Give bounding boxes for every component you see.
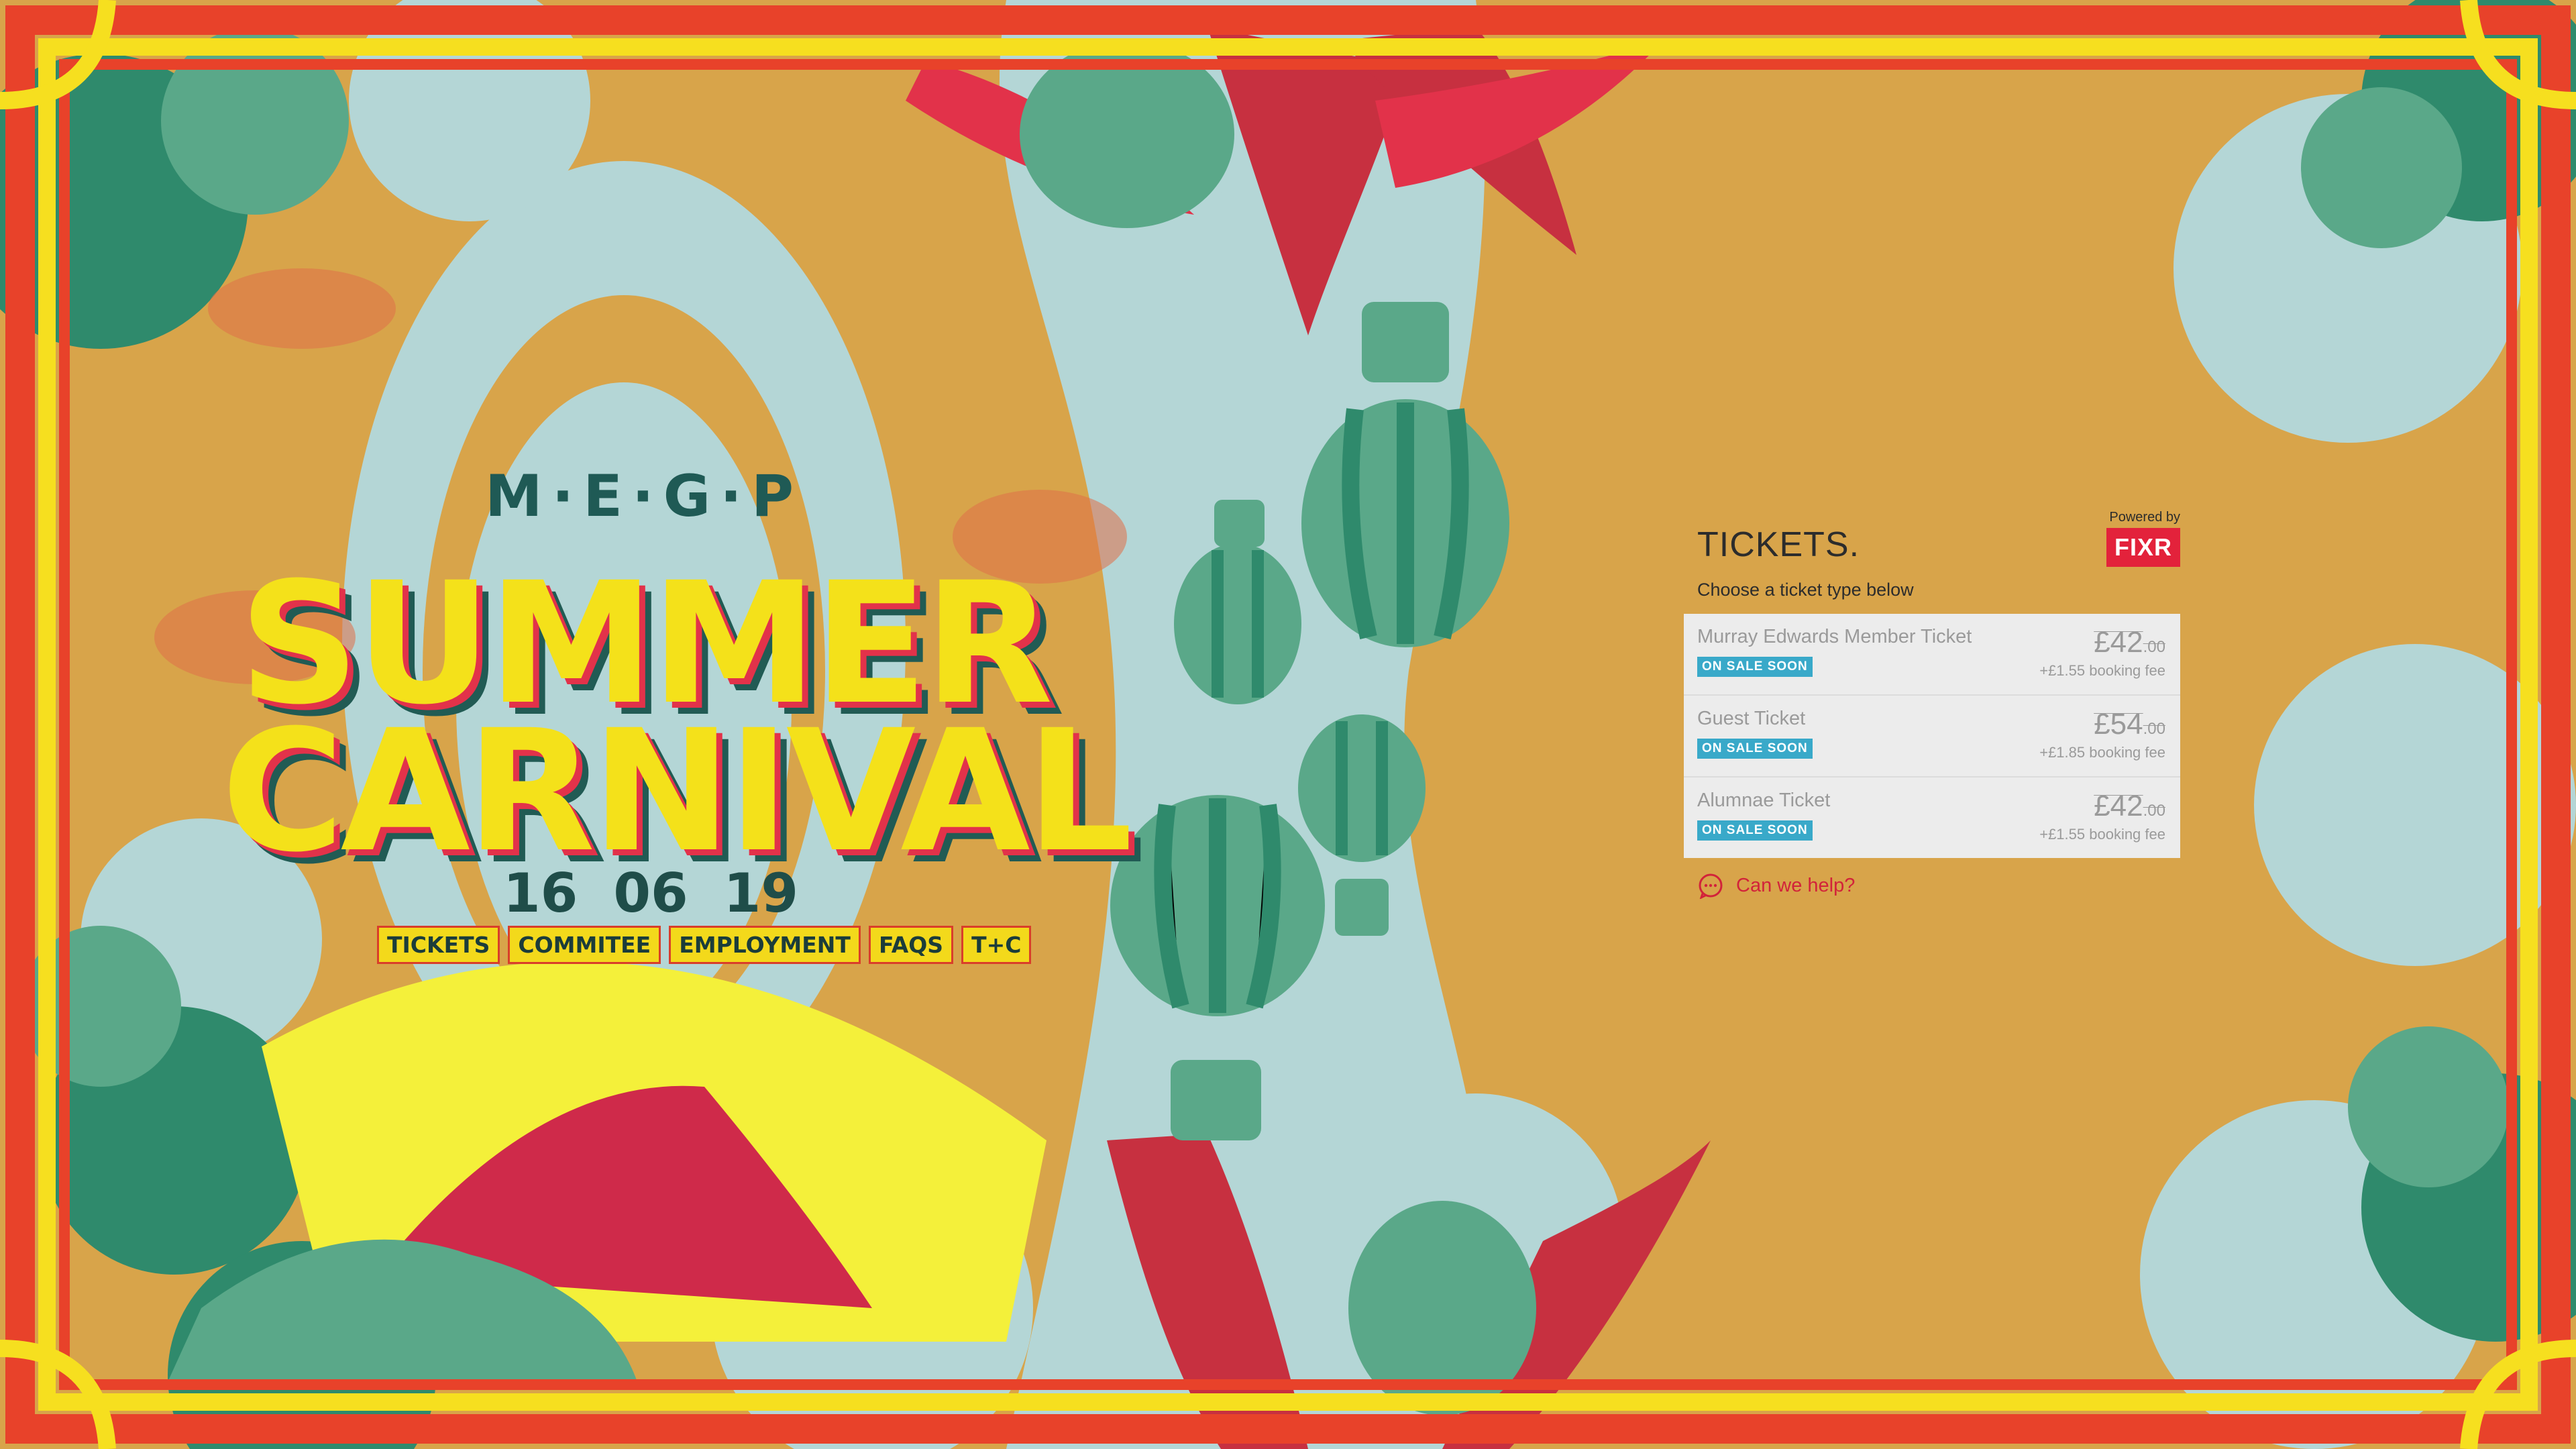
event-date: 16 06 19 [503, 862, 798, 924]
nav-faqs[interactable]: FAQS [868, 926, 954, 964]
logo-initials: M·E·G·P [485, 463, 803, 530]
event-logo: M·E·G·P SUMMER CARNIVAL [221, 463, 1133, 889]
booking-fee: +£1.55 booking fee [2039, 826, 2165, 843]
powered-by: Powered by FIXR [2106, 510, 2180, 567]
ticket-name: Murray Edwards Member Ticket [1697, 626, 1972, 647]
ticket-row[interactable]: Alumnae Ticket ON SALE SOON £42.00 +£1.5… [1684, 777, 2180, 858]
tickets-widget: TICKETS. Powered by FIXR Choose a ticket… [1684, 510, 2180, 899]
booking-fee: +£1.85 booking fee [2039, 744, 2165, 761]
price-decimal: .00 [2143, 638, 2165, 656]
tickets-subtitle: Choose a ticket type below [1697, 580, 1914, 600]
ticket-name: Alumnae Ticket [1697, 790, 1831, 811]
tickets-title: TICKETS. [1697, 525, 1860, 564]
nav-tickets[interactable]: TICKETS [377, 926, 500, 964]
date-year: 19 [723, 862, 798, 924]
date-month: 06 [613, 862, 688, 924]
date-day: 16 [503, 862, 578, 924]
powered-by-label: Powered by [2109, 510, 2180, 525]
logo-title-line2: CARNIVAL [221, 694, 1133, 889]
tickets-header: TICKETS. Powered by FIXR [1684, 510, 2180, 567]
chat-bubble-icon [1699, 873, 1723, 899]
booking-fee: +£1.55 booking fee [2039, 662, 2165, 679]
ticket-price: £54.00 [2094, 708, 2165, 741]
ticket-list: Murray Edwards Member Ticket ON SALE SOO… [1684, 614, 2180, 858]
status-badge: ON SALE SOON [1697, 820, 1813, 841]
status-badge: ON SALE SOON [1697, 657, 1813, 677]
help-link-label: Can we help? [1736, 874, 1856, 896]
ticket-row[interactable]: Murray Edwards Member Ticket ON SALE SOO… [1684, 614, 2180, 696]
price-main: £42 [2094, 790, 2143, 822]
main-nav: TICKETS COMMITEE EMPLOYMENT FAQS T+C [377, 926, 1032, 964]
nav-committee[interactable]: COMMITEE [508, 926, 661, 964]
ticket-name: Guest Ticket [1697, 708, 1806, 729]
nav-terms[interactable]: T+C [961, 926, 1032, 964]
price-main: £42 [2094, 626, 2143, 659]
help-link[interactable]: Can we help? [1697, 872, 1855, 899]
price-main: £54 [2094, 708, 2143, 741]
ticket-price: £42.00 [2094, 790, 2165, 823]
price-decimal: .00 [2143, 802, 2165, 820]
ticket-row[interactable]: Guest Ticket ON SALE SOON £54.00 +£1.85 … [1684, 696, 2180, 777]
nav-employment[interactable]: EMPLOYMENT [669, 926, 861, 964]
ticket-price: £42.00 [2094, 626, 2165, 659]
status-badge: ON SALE SOON [1697, 739, 1813, 759]
price-decimal: .00 [2143, 720, 2165, 738]
fixr-logo[interactable]: FIXR [2106, 528, 2180, 567]
